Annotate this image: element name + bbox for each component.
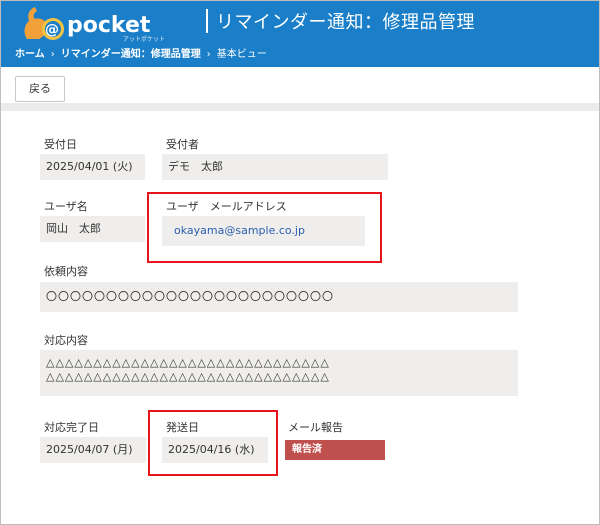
response-line-1: △△△△△△△△△△△△△△△△△△△△△△△△△△△△△△ [46, 356, 330, 369]
breadcrumb-separator: › [50, 49, 55, 60]
completion-date-field: 2025/04/07 (月) [40, 437, 146, 463]
request-field: 〇〇〇〇〇〇〇〇〇〇〇〇〇〇〇〇〇〇〇〇〇〇〇〇 [40, 282, 518, 312]
response-field: △△△△△△△△△△△△△△△△△△△△△△△△△△△△△△ △△△△△△△△△… [40, 350, 518, 396]
breadcrumb: ホーム › リマインダー通知：修理品管理 › 基本ビュー [1, 45, 599, 67]
user-name-field: 岡山 太郎 [40, 216, 145, 242]
completion-date-label: 対応完了日 [44, 421, 99, 434]
breadcrumb-item-home[interactable]: ホーム [15, 49, 45, 60]
user-name-label: ユーザ名 [44, 200, 88, 213]
breadcrumb-item-view: 基本ビュー [216, 49, 267, 60]
response-line-2: △△△△△△△△△△△△△△△△△△△△△△△△△△△△△△ [46, 370, 330, 383]
mail-report-label: メール報告 [288, 421, 343, 434]
back-button[interactable]: 戻る [15, 76, 65, 102]
brand-name: pocket [67, 13, 151, 38]
breadcrumb-separator: › [206, 49, 211, 60]
pocket-logo[interactable]: @ pocket アットポケット [15, 3, 185, 43]
brand-at: @ [45, 22, 59, 38]
receiver-label: 受付者 [166, 138, 199, 151]
breadcrumb-item-app[interactable]: リマインダー通知：修理品管理 [61, 49, 201, 60]
toolbar: 戻る [1, 67, 599, 111]
highlight-email-box [147, 192, 382, 263]
mail-report-status-badge: 報告済 [285, 440, 385, 460]
receiver-field: デモ 太郎 [162, 154, 388, 180]
response-label: 対応内容 [44, 334, 88, 347]
received-date-field: 2025/04/01 (火) [40, 154, 145, 180]
header-divider [206, 9, 208, 33]
highlight-ship-date-box [148, 410, 278, 476]
app-header: @ pocket アットポケット リマインダー通知：修理品管理 [1, 1, 599, 45]
received-date-label: 受付日 [44, 138, 77, 151]
page-title: リマインダー通知：修理品管理 [216, 12, 475, 33]
brand-tagline: アットポケット [123, 35, 165, 43]
request-label: 依頼内容 [44, 265, 88, 278]
